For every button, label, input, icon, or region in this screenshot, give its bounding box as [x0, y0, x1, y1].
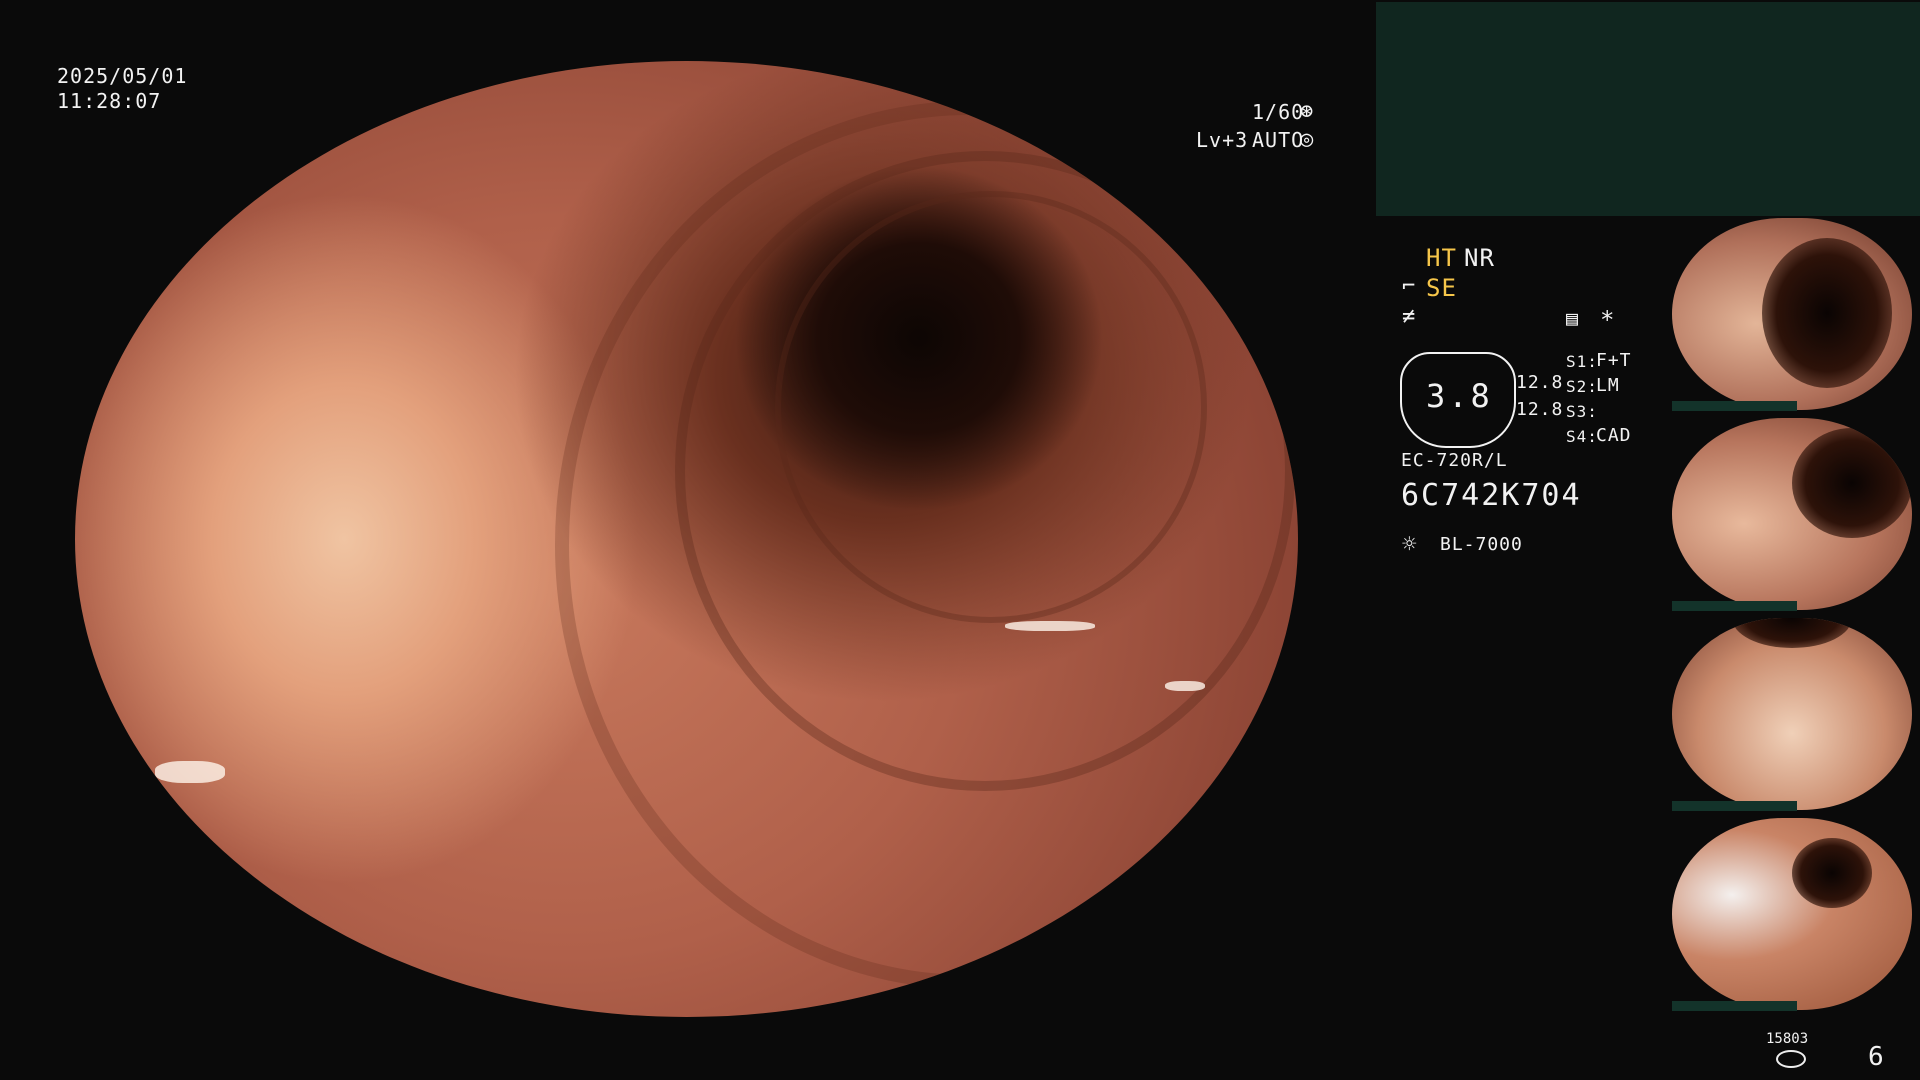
switch-4-label: S4: [1566, 427, 1598, 446]
value-1: 12.8 [1516, 372, 1564, 393]
endoscope-main-view [75, 61, 1298, 1017]
nr-label: NR [1464, 244, 1495, 272]
memo-icon: ▤ [1566, 306, 1580, 330]
thumbnail-4[interactable] [1672, 818, 1912, 1010]
se-label: SE [1426, 274, 1457, 302]
time-text: 11:28:07 [57, 89, 162, 113]
mucosal-fold [555, 101, 1298, 989]
disk-icon [1776, 1050, 1806, 1068]
image-count: 6 [1868, 1042, 1885, 1072]
sun-icon: ☼ [1402, 530, 1418, 558]
zoom-value: 3.8 [1426, 377, 1493, 415]
switch-3-label: S3: [1566, 402, 1598, 421]
switch-4-value: CAD [1596, 425, 1632, 446]
counter-text: 15803 [1766, 1031, 1809, 1047]
switch-1-value: F+T [1596, 350, 1632, 371]
thumbnail-1[interactable] [1672, 218, 1912, 410]
value-2: 12.8 [1516, 399, 1564, 420]
thumbnail-bar [1672, 401, 1797, 411]
exposure-mode-text: AUTO [1252, 128, 1305, 152]
reflection [155, 761, 225, 783]
reflection [1005, 621, 1095, 631]
scope-serial: 6C742K704 [1401, 478, 1582, 513]
ht-label: HT [1426, 244, 1457, 272]
aperture-icon: ⊛ [1300, 99, 1315, 124]
info-panel [1376, 2, 1920, 216]
switch-2-label: S2: [1566, 377, 1598, 396]
light-source: BL-7000 [1440, 534, 1523, 555]
level-text: Lv+3 [1196, 128, 1249, 152]
shutter-text: 1/60 [1252, 100, 1305, 124]
enhance-icon: ≠ [1402, 304, 1417, 329]
thumbnail-bar [1672, 601, 1797, 611]
scope-model: EC-720R/L [1401, 450, 1508, 471]
thumbnail-3[interactable] [1672, 618, 1912, 810]
switch-2-value: LM [1596, 375, 1620, 396]
thumbnail-2[interactable] [1672, 418, 1912, 610]
switch-1-label: S1: [1566, 352, 1598, 371]
thumbnail-bar [1672, 801, 1797, 811]
auto-exposure-icon: ◎ [1300, 127, 1315, 152]
structure-icon: ⌐ [1402, 274, 1417, 299]
thumbnail-bar [1672, 1001, 1797, 1011]
date-text: 2025/05/01 [57, 64, 188, 88]
reflection [1165, 681, 1205, 691]
star-marker: * [1600, 306, 1616, 334]
